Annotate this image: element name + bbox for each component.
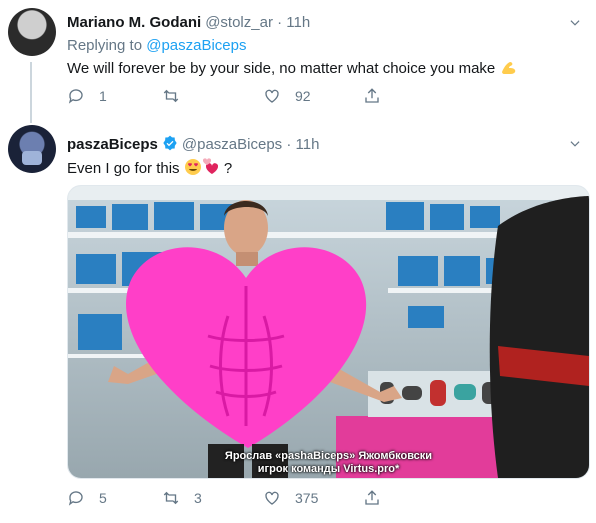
heart-icon: [265, 491, 279, 505]
thread-line: [30, 62, 32, 123]
two-hearts-emoji-icon: [202, 158, 218, 174]
action-bar: 1 92: [67, 86, 427, 106]
display-name[interactable]: paszaBiceps: [67, 136, 158, 153]
chevron-down-icon[interactable]: [568, 16, 582, 30]
timestamp[interactable]: 11h: [286, 14, 310, 31]
tweet-text: We will forever be by your side, no matt…: [67, 58, 517, 77]
retweet-icon: [163, 89, 179, 103]
user-handle[interactable]: @paszaBiceps: [182, 136, 282, 153]
share-button[interactable]: [363, 488, 395, 508]
retweet-button[interactable]: 3: [162, 488, 202, 508]
media-caption: Ярослав «pashaBiceps» Яжомбковски игрок …: [224, 450, 433, 475]
retweet-icon: [163, 491, 179, 505]
retweet-button[interactable]: [162, 86, 194, 106]
reply-icon: [68, 491, 83, 506]
verified-badge-icon: [163, 135, 177, 151]
user-handle[interactable]: @stolz_ar: [205, 14, 273, 31]
tweet-reply[interactable]: paszaBiceps @paszaBiceps · 11h Even I go …: [0, 117, 596, 523]
tweet-text: Even I go for this ?: [67, 158, 233, 177]
tweet-header: Mariano M. Godani @stolz_ar · 11h: [67, 14, 311, 31]
tweet-media-image[interactable]: Ярослав «pashaBiceps» Яжомбковски игрок …: [67, 185, 590, 479]
like-button[interactable]: 92: [263, 86, 311, 106]
chevron-down-icon[interactable]: [568, 137, 582, 151]
display-name[interactable]: Mariano M. Godani: [67, 14, 201, 31]
share-icon: [365, 490, 379, 505]
heart-icon: [265, 89, 279, 103]
share-icon: [365, 88, 379, 103]
reply-button[interactable]: 5: [67, 488, 107, 508]
replying-to: Replying to @paszaBiceps: [67, 37, 247, 54]
replying-to-link[interactable]: @paszaBiceps: [146, 37, 246, 54]
tweet-reply[interactable]: Mariano M. Godani @stolz_ar · 11h Replyin…: [0, 0, 596, 123]
reply-icon: [68, 89, 83, 104]
share-button[interactable]: [363, 86, 395, 106]
flexed-biceps-icon: [502, 62, 516, 74]
like-button[interactable]: 375: [263, 488, 318, 508]
reply-button[interactable]: 1: [67, 86, 107, 106]
timestamp[interactable]: 11h: [296, 136, 320, 153]
tweet-header: paszaBiceps @paszaBiceps · 11h: [67, 135, 320, 153]
action-bar: 5 3 375: [67, 488, 427, 508]
video-frame-illustration: [68, 186, 589, 478]
avatar[interactable]: [8, 125, 56, 173]
avatar[interactable]: [8, 8, 56, 56]
heart-eyes-emoji-icon: [184, 159, 201, 175]
